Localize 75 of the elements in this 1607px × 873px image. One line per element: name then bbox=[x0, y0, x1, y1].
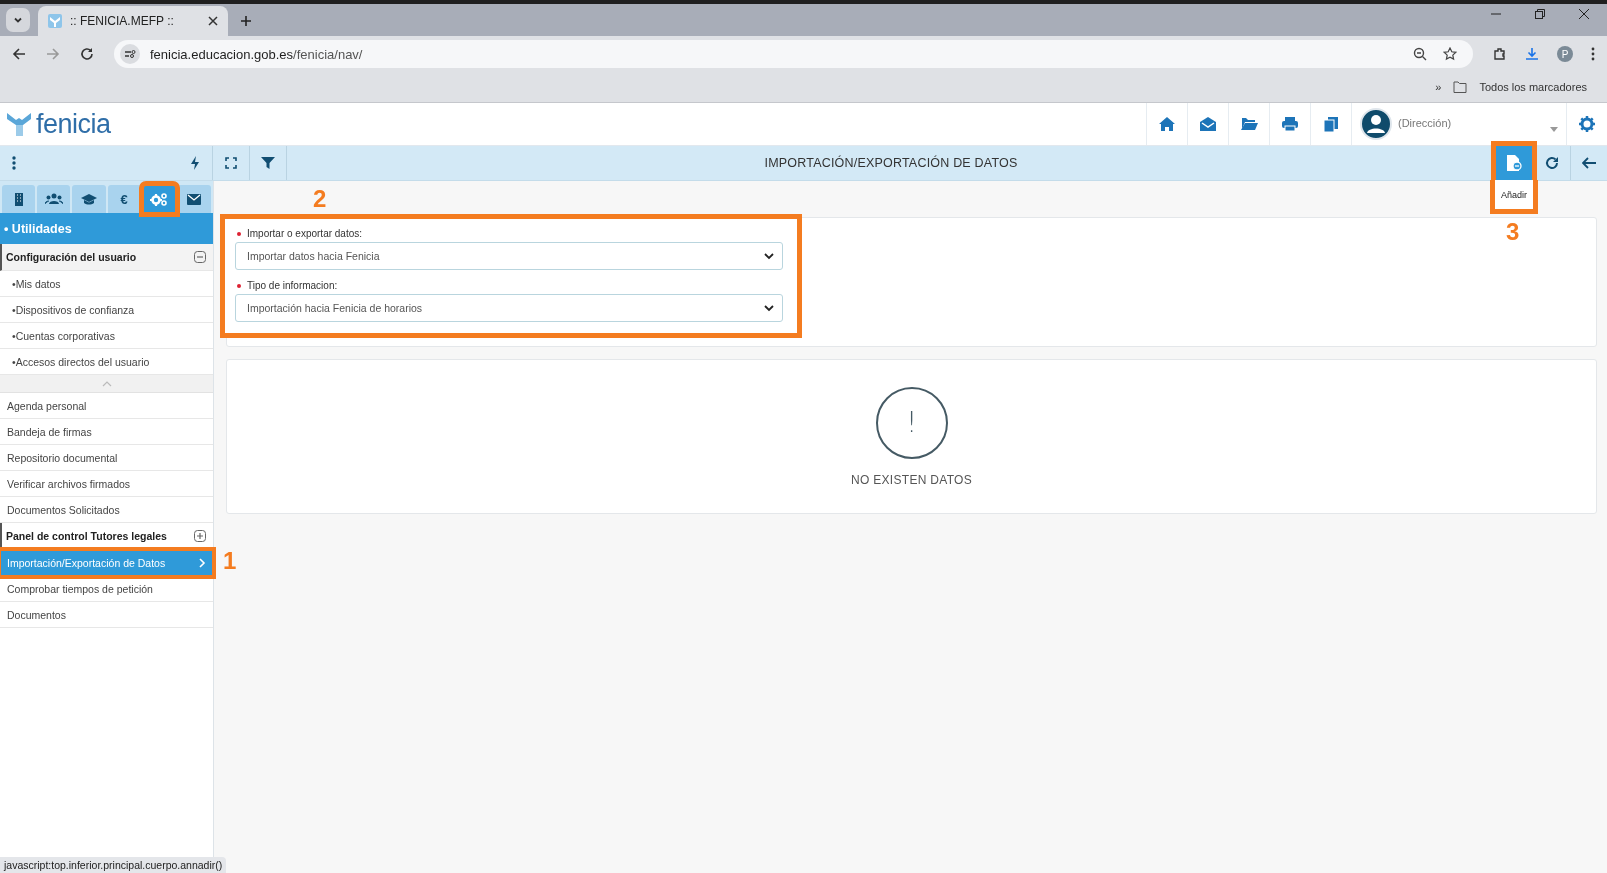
sidebar-tab[interactable] bbox=[2, 185, 36, 213]
star-icon[interactable] bbox=[1443, 47, 1457, 61]
fullscreen-icon[interactable] bbox=[225, 157, 237, 169]
chevron-down-icon bbox=[764, 252, 774, 260]
kebab-menu-icon[interactable] bbox=[12, 156, 16, 170]
callout-number: 3 bbox=[1506, 218, 1520, 246]
folder-icon bbox=[1453, 81, 1468, 93]
lightning-icon[interactable] bbox=[190, 156, 200, 170]
favicon-icon bbox=[48, 14, 62, 28]
field-label: Tipo de informacion: bbox=[247, 280, 338, 291]
filter-icon[interactable] bbox=[261, 156, 275, 170]
copy-icon[interactable] bbox=[1323, 116, 1339, 132]
envelope-icon[interactable] bbox=[187, 193, 202, 205]
menu-item[interactable]: Repositorio documental bbox=[0, 445, 213, 471]
close-icon[interactable] bbox=[208, 16, 218, 26]
close-window-icon[interactable] bbox=[1579, 9, 1589, 19]
logo-text: fenicia bbox=[36, 108, 111, 140]
site-settings-icon[interactable] bbox=[120, 44, 140, 64]
sidebar-tab[interactable] bbox=[37, 185, 71, 213]
menu-item[interactable]: Bandeja de firmas bbox=[0, 419, 213, 445]
graduation-cap-icon[interactable] bbox=[79, 193, 98, 205]
bookmarks-overflow[interactable]: » bbox=[1435, 81, 1442, 93]
exclamation-icon: ! bbox=[875, 386, 948, 459]
sidebar-tab[interactable] bbox=[72, 185, 106, 213]
menu-item[interactable]: Comprobar tiempos de petición bbox=[0, 576, 213, 602]
reload-icon[interactable] bbox=[80, 47, 94, 61]
dropdown-caret-icon[interactable] bbox=[1550, 126, 1558, 132]
more-icon[interactable] bbox=[1591, 47, 1595, 61]
user-avatar-icon[interactable] bbox=[1360, 108, 1392, 140]
menu-item[interactable]: •Cuentas corporativas bbox=[0, 323, 213, 349]
building-icon[interactable] bbox=[12, 192, 25, 206]
refresh-icon[interactable] bbox=[1545, 156, 1559, 170]
profile-avatar[interactable]: P bbox=[1557, 46, 1573, 62]
callout-number: 1 bbox=[223, 547, 237, 575]
user-role: (Dirección) bbox=[1398, 117, 1453, 129]
menu-group[interactable]: Configuración del usuario bbox=[0, 244, 213, 271]
tab-title: :: FENICIA.MEFP :: bbox=[70, 14, 175, 28]
page-title: IMPORTACIÓN/EXPORTACIÓN DE DATOS bbox=[763, 156, 1019, 170]
printer-icon[interactable] bbox=[1281, 116, 1299, 132]
status-bar: javascript:top.inferior.principal.cuerpo.annadir() bbox=[0, 857, 227, 873]
menu-item[interactable]: Agenda personal bbox=[0, 393, 213, 419]
open-envelope-icon[interactable] bbox=[1199, 116, 1217, 132]
empty-message: NO EXISTEN DATOS bbox=[850, 472, 972, 487]
expand-icon[interactable] bbox=[194, 530, 206, 542]
tooltip: Añadir bbox=[1490, 180, 1538, 214]
menu-item[interactable]: •Mis datos bbox=[0, 271, 213, 297]
callout-number: 2 bbox=[313, 185, 327, 213]
back-icon[interactable] bbox=[12, 47, 26, 61]
folder-icon[interactable] bbox=[1240, 116, 1258, 132]
download-icon[interactable] bbox=[1525, 47, 1539, 61]
gears-icon[interactable] bbox=[150, 192, 169, 206]
menu-item[interactable]: Documentos bbox=[0, 602, 213, 628]
add-document-icon bbox=[1506, 154, 1522, 172]
collapse-icon[interactable] bbox=[194, 251, 206, 263]
menu-item[interactable]: •Dispositivos de confianza bbox=[0, 297, 213, 323]
address-bar[interactable]: fenicia.educacion.gob.es/fenicia/nav/ bbox=[114, 40, 1473, 68]
zoom-out-icon[interactable] bbox=[1413, 47, 1427, 61]
sidebar-tab[interactable]: € bbox=[107, 185, 141, 213]
bookmarks-folder[interactable]: Todos los marcadores bbox=[1479, 81, 1587, 93]
select-field[interactable]: Importar datos hacia Fenicia bbox=[235, 242, 783, 270]
back-arrow-icon[interactable] bbox=[1582, 157, 1596, 169]
url-text: fenicia.educacion.gob.es/fenicia/nav/ bbox=[150, 46, 363, 62]
browser-tab[interactable]: :: FENICIA.MEFP :: bbox=[38, 6, 228, 36]
restore-icon[interactable] bbox=[1535, 9, 1545, 19]
field-label: Importar o exportar datos: bbox=[247, 228, 363, 239]
settings-icon[interactable] bbox=[1579, 116, 1595, 132]
home-icon[interactable] bbox=[1158, 116, 1176, 132]
menu-item[interactable]: Verificar archivos firmados bbox=[0, 471, 213, 497]
logo-icon bbox=[6, 111, 34, 137]
chevron-down-icon bbox=[764, 304, 774, 312]
extensions-icon[interactable] bbox=[1493, 47, 1507, 61]
new-tab-icon[interactable] bbox=[240, 15, 252, 27]
select-field[interactable]: Importación hacia Fenicia de horarios bbox=[235, 294, 783, 322]
chevron-right-icon bbox=[199, 557, 206, 568]
users-icon[interactable] bbox=[44, 193, 63, 205]
